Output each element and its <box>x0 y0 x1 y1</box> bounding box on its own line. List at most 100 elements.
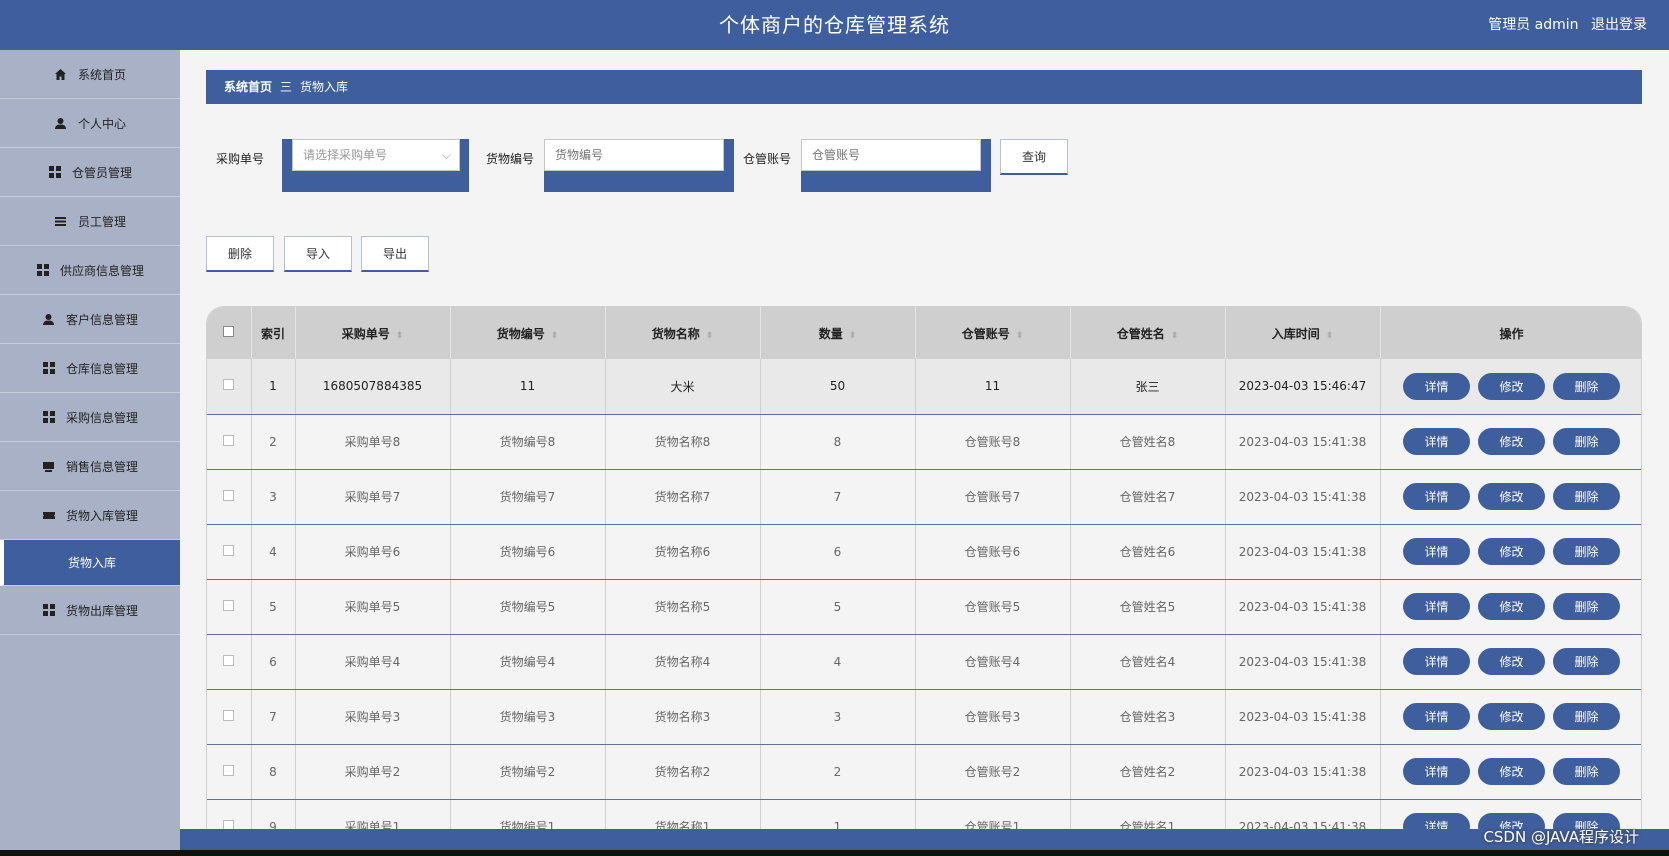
column-header-label: 仓管账号 <box>961 326 1010 341</box>
row-checkbox[interactable] <box>223 379 235 391</box>
detail-button[interactable]: 详情 <box>1403 758 1470 785</box>
delete-button[interactable]: 删除 <box>1553 703 1620 730</box>
row-actions-cell: 详情 修改 删除 <box>1380 634 1641 690</box>
sort-icon[interactable]: ⬍ <box>1171 331 1179 341</box>
sidebar-item-9[interactable]: 货物入库管理 <box>0 491 180 540</box>
sidebar-item-4[interactable]: 供应商信息管理 <box>0 246 180 295</box>
detail-button[interactable]: 详情 <box>1403 703 1470 730</box>
table-cell: 1680507884385 <box>295 359 451 415</box>
edit-button[interactable]: 修改 <box>1478 428 1545 455</box>
sidebar-item-0[interactable]: 系统首页 <box>0 50 180 99</box>
edit-button[interactable]: 修改 <box>1478 648 1545 675</box>
sidebar-item-10[interactable]: 货物入库 <box>0 540 180 586</box>
detail-button[interactable]: 详情 <box>1403 483 1470 510</box>
select-all-checkbox[interactable] <box>223 326 235 337</box>
chevron-down-icon: ⌵ <box>441 148 451 162</box>
column-header-4[interactable]: 数量 ⬍ <box>760 307 916 359</box>
purchase-no-select[interactable]: 请选择采购单号 ⌵ <box>292 139 460 171</box>
sidebar-item-2[interactable]: 仓管员管理 <box>0 148 180 197</box>
column-header-6[interactable]: 仓管姓名 ⬍ <box>1070 307 1226 359</box>
table-cell: 采购单号6 <box>295 524 451 580</box>
table-cell: 仓管姓名2 <box>1070 744 1226 800</box>
export-button[interactable]: 导出 <box>361 236 429 272</box>
row-checkbox[interactable] <box>223 709 235 721</box>
sort-icon[interactable]: ⬍ <box>1016 331 1024 341</box>
row-checkbox[interactable] <box>223 489 235 501</box>
delete-button[interactable]: 删除 <box>1553 758 1620 785</box>
column-header-8: 操作 <box>1380 307 1641 359</box>
delete-button[interactable]: 删除 <box>1553 428 1620 455</box>
row-checkbox[interactable] <box>223 599 235 611</box>
row-actions-cell: 详情 修改 删除 <box>1380 359 1641 415</box>
row-checkbox[interactable] <box>223 654 235 666</box>
delete-button[interactable]: 删除 <box>1553 648 1620 675</box>
edit-button[interactable]: 修改 <box>1478 372 1545 400</box>
logout-link[interactable]: 退出登录 <box>1591 17 1647 33</box>
detail-button[interactable]: 详情 <box>1403 593 1470 620</box>
table-cell: 采购单号5 <box>295 579 451 635</box>
delete-button[interactable]: 删除 <box>1553 538 1620 565</box>
sort-icon[interactable]: ⬍ <box>1326 331 1334 341</box>
row-actions-cell: 详情 修改 删除 <box>1380 579 1641 635</box>
sidebar-item-label: 采购信息管理 <box>65 410 138 425</box>
table-cell: 采购单号3 <box>295 689 451 745</box>
sidebar-item-1[interactable]: 个人中心 <box>0 99 180 148</box>
table-cell: 货物名称6 <box>605 524 761 580</box>
detail-button[interactable]: 详情 <box>1403 648 1470 675</box>
delete-button[interactable]: 删除 <box>1553 372 1620 400</box>
edit-button[interactable]: 修改 <box>1478 483 1545 510</box>
table-cell: 4 <box>251 524 296 580</box>
table-cell: 仓管账号6 <box>915 524 1071 580</box>
goods-no-input[interactable] <box>544 139 724 171</box>
detail-button[interactable]: 详情 <box>1403 372 1470 400</box>
delete-button[interactable]: 删除 <box>1553 593 1620 620</box>
column-header-1[interactable]: 采购单号 ⬍ <box>295 307 451 359</box>
table-cell: 采购单号4 <box>295 634 451 690</box>
sort-icon[interactable]: ⬍ <box>849 331 857 341</box>
edit-button[interactable]: 修改 <box>1478 538 1545 565</box>
table-cell: 6 <box>760 524 916 580</box>
sidebar-item-label: 货物入库管理 <box>65 508 138 523</box>
breadcrumb-home[interactable]: 系统首页 <box>224 80 272 94</box>
keeper-input[interactable] <box>801 139 981 171</box>
sidebar-item-7[interactable]: 采购信息管理 <box>0 393 180 442</box>
batch-delete-button[interactable]: 删除 <box>206 236 274 272</box>
table-cell: 2023-04-03 15:41:38 <box>1225 634 1381 690</box>
grid-icon <box>42 603 56 617</box>
column-header-5[interactable]: 仓管账号 ⬍ <box>915 307 1071 359</box>
sidebar-item-6[interactable]: 仓库信息管理 <box>0 344 180 393</box>
ticket-icon <box>42 508 56 522</box>
edit-button[interactable]: 修改 <box>1478 703 1545 730</box>
detail-button[interactable]: 详情 <box>1403 428 1470 455</box>
sort-icon[interactable]: ⬍ <box>706 331 714 341</box>
column-header-3[interactable]: 货物名称 ⬍ <box>605 307 761 359</box>
sort-icon[interactable]: ⬍ <box>551 331 559 341</box>
import-button[interactable]: 导入 <box>284 236 352 272</box>
sidebar-item-label: 系统首页 <box>77 67 126 82</box>
watermark-text: CSDN @JAVA程序设计 <box>1483 828 1639 846</box>
table-cell: 6 <box>251 634 296 690</box>
sidebar-item-11[interactable]: 货物出库管理 <box>0 586 180 635</box>
sidebar-item-5[interactable]: 客户信息管理 <box>0 295 180 344</box>
row-checkbox[interactable] <box>223 434 235 446</box>
detail-button[interactable]: 详情 <box>1403 538 1470 565</box>
query-button[interactable]: 查询 <box>1000 139 1068 175</box>
sidebar-item-8[interactable]: 销售信息管理 <box>0 442 180 491</box>
column-header-label: 操作 <box>1499 326 1524 341</box>
row-checkbox[interactable] <box>223 764 235 776</box>
table-cell: 2023-04-03 15:41:38 <box>1225 744 1381 800</box>
admin-label: 管理员 admin <box>1488 17 1579 33</box>
sort-icon[interactable]: ⬍ <box>396 331 404 341</box>
sidebar-item-3[interactable]: 员工管理 <box>0 197 180 246</box>
delete-button[interactable]: 删除 <box>1553 483 1620 510</box>
edit-button[interactable]: 修改 <box>1478 758 1545 785</box>
column-header-7[interactable]: 入库时间 ⬍ <box>1225 307 1381 359</box>
app-title: 个体商户的仓库管理系统 <box>719 13 950 37</box>
row-checkbox[interactable] <box>223 544 235 556</box>
purchase-no-box: 请选择采购单号 ⌵ <box>282 139 469 192</box>
keeper-label: 仓管账号 <box>743 152 792 166</box>
table-cell: 货物名称5 <box>605 579 761 635</box>
column-header-2[interactable]: 货物编号 ⬍ <box>450 307 606 359</box>
table-cell: 2 <box>251 414 296 470</box>
edit-button[interactable]: 修改 <box>1478 593 1545 620</box>
